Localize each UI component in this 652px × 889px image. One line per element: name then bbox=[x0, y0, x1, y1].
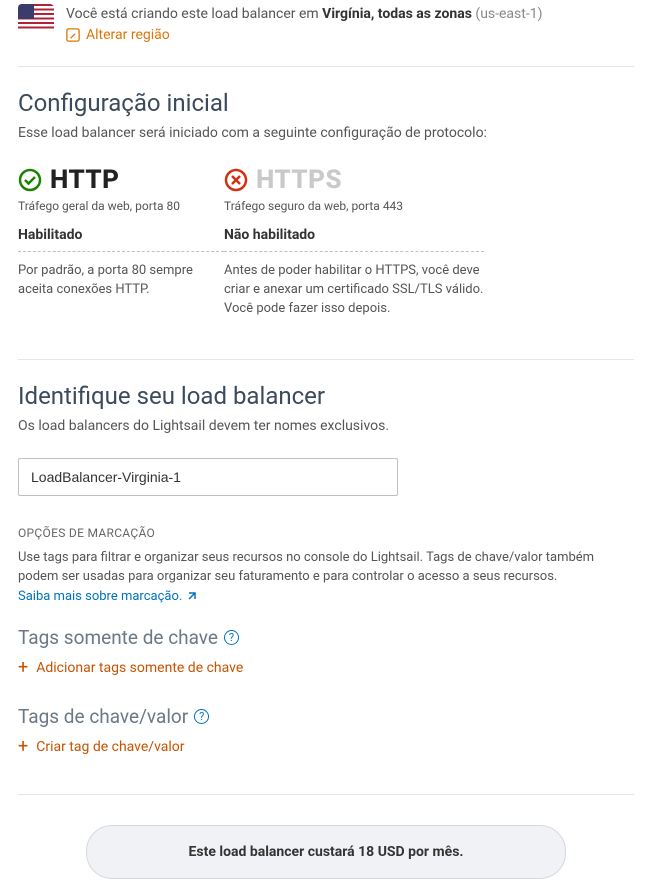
config-title: Configuração inicial bbox=[18, 89, 634, 117]
region-prefix: Você está criando este load balancer em bbox=[66, 6, 322, 22]
divider bbox=[18, 66, 634, 67]
change-region-label: Alterar região bbox=[86, 27, 170, 43]
plus-icon: + bbox=[18, 738, 28, 756]
http-desc: Por padrão, a porta 80 sempre aceita con… bbox=[18, 262, 224, 300]
https-desc2: Você pode fazer isso depois. bbox=[224, 300, 484, 319]
http-name: HTTP bbox=[50, 165, 120, 195]
help-icon[interactable]: ? bbox=[194, 709, 209, 724]
change-region-button[interactable]: Alterar região bbox=[66, 27, 170, 43]
region-banner: Você está criando este load balancer em … bbox=[18, 0, 634, 66]
external-link-icon bbox=[186, 590, 198, 602]
x-circle-icon bbox=[224, 168, 248, 192]
flag-us-icon bbox=[18, 4, 54, 32]
plus-icon: + bbox=[18, 659, 28, 677]
identify-subtitle: Os load balancers do Lightsail devem ter… bbox=[18, 418, 634, 434]
divider bbox=[18, 794, 634, 795]
divider bbox=[18, 359, 634, 360]
key-only-title: Tags somente de chave bbox=[18, 626, 218, 649]
region-name: Virgínia, todas as zonas bbox=[322, 6, 472, 22]
cost-banner: Este load balancer custará 18 USD por mê… bbox=[86, 825, 566, 879]
tag-desc-text: Use tags para filtrar e organizar seus r… bbox=[18, 550, 594, 585]
add-kv-label: Criar tag de chave/valor bbox=[36, 739, 184, 755]
https-desc1: Antes de poder habilitar o HTTPS, você d… bbox=[224, 262, 484, 300]
protocols-row: HTTP Tráfego geral da web, porta 80 Habi… bbox=[18, 165, 634, 319]
check-circle-icon bbox=[18, 168, 42, 192]
learn-more-label: Saiba mais sobre marcação. bbox=[18, 587, 182, 607]
https-name: HTTPS bbox=[256, 165, 342, 195]
region-text-block: Você está criando este load balancer em … bbox=[66, 4, 542, 46]
identify-title: Identifique seu load balancer bbox=[18, 382, 634, 410]
region-code: (us-east-1) bbox=[475, 6, 542, 22]
https-status: Não habilitado bbox=[224, 227, 484, 252]
kv-tags-heading: Tags de chave/valor ? bbox=[18, 705, 634, 728]
kv-title: Tags de chave/valor bbox=[18, 705, 188, 728]
config-subtitle: Esse load balancer será iniciado com a s… bbox=[18, 125, 634, 141]
protocol-https: HTTPS Tráfego seguro da web, porta 443 N… bbox=[224, 165, 484, 319]
http-status: Habilitado bbox=[18, 227, 224, 252]
help-icon[interactable]: ? bbox=[224, 630, 239, 645]
pencil-icon bbox=[66, 28, 80, 42]
load-balancer-name-input[interactable] bbox=[18, 458, 398, 496]
learn-more-tagging-link[interactable]: Saiba mais sobre marcação. bbox=[18, 587, 198, 607]
key-only-tags-heading: Tags somente de chave ? bbox=[18, 626, 634, 649]
tag-options-heading: OPÇÕES DE MARCAÇÃO bbox=[18, 526, 634, 540]
http-caption: Tráfego geral da web, porta 80 bbox=[18, 199, 224, 213]
https-caption: Tráfego seguro da web, porta 443 bbox=[224, 199, 484, 213]
add-key-only-label: Adicionar tags somente de chave bbox=[36, 660, 243, 676]
protocol-http: HTTP Tráfego geral da web, porta 80 Habi… bbox=[18, 165, 224, 319]
cost-text: Este load balancer custará 18 USD por mê… bbox=[189, 844, 464, 860]
add-key-only-tag-button[interactable]: + Adicionar tags somente de chave bbox=[18, 659, 243, 677]
tag-options-desc: Use tags para filtrar e organizar seus r… bbox=[18, 548, 634, 607]
add-kv-tag-button[interactable]: + Criar tag de chave/valor bbox=[18, 738, 185, 756]
